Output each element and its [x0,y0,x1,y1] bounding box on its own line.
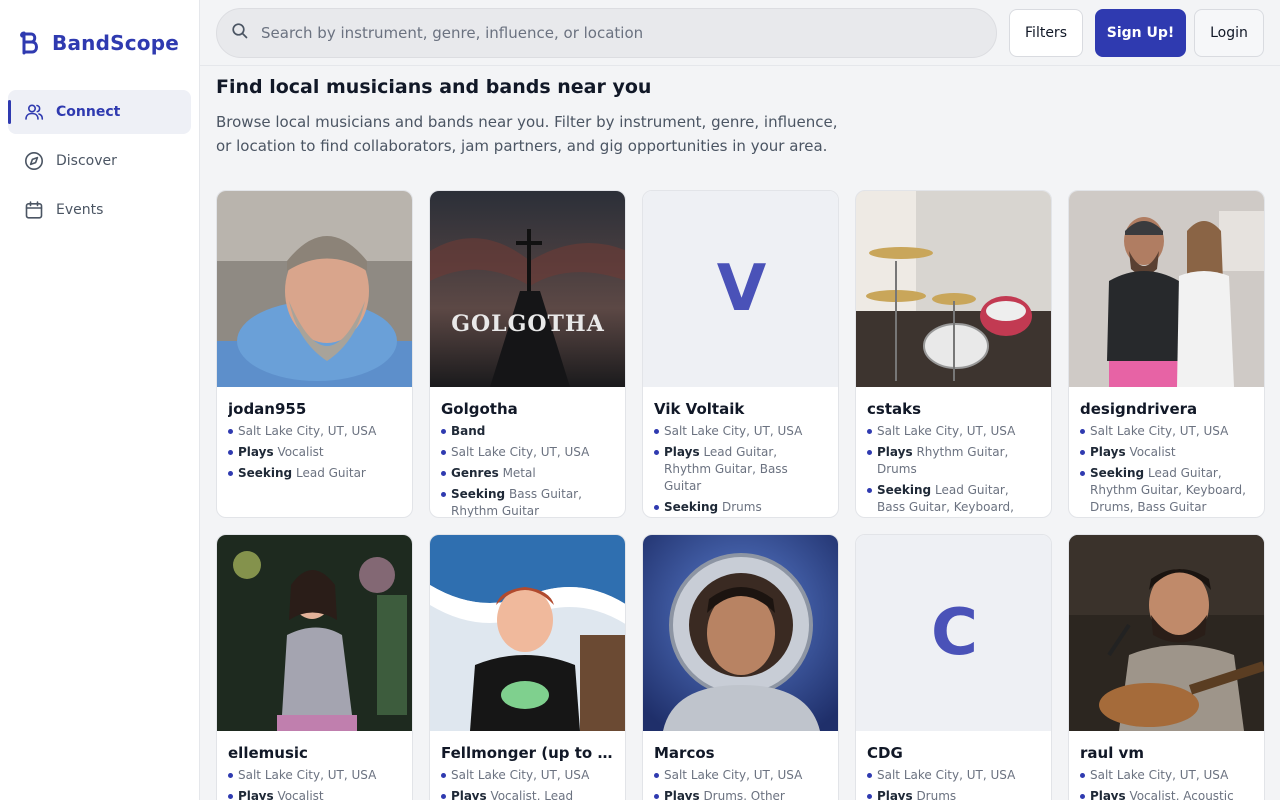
nav-item-events[interactable]: Events [8,188,191,232]
nav-item-label: Events [56,202,104,218]
compass-icon [24,151,44,171]
card-plays: Plays Vocalist, Lead Guitar [441,788,614,800]
users-icon [24,102,44,122]
card-seeking: Seeking Lead Guitar [228,465,401,482]
login-button[interactable]: Login [1194,9,1264,57]
musician-card[interactable]: designdrivera Salt Lake City, UT, USA Pl… [1068,190,1265,518]
page-title: Find local musicians and bands near you [216,76,652,98]
brand[interactable]: BandScope [20,30,179,56]
profile-photo [217,535,412,731]
profile-photo [856,191,1051,387]
card-name: cstaks [867,400,922,418]
nav-item-label: Connect [56,104,121,120]
avatar-initial: V [643,191,838,387]
band-artwork: GOLGOTHA [430,191,625,387]
nav-item-discover[interactable]: Discover [8,139,191,183]
card-plays: Plays Vocalist [1080,444,1253,461]
card-seeking: Seeking Lead Guitar, Bass Guitar, Keyboa… [867,482,1040,517]
brand-name: BandScope [52,31,179,55]
card-seeking: Seeking Drums [654,499,827,516]
musician-card[interactable]: ellemusic Salt Lake City, UT, USA Plays … [216,534,413,800]
card-seeking: Seeking Bass Guitar, Rhythm Guitar [441,486,614,517]
card-location: Salt Lake City, UT, USA [654,423,827,440]
card-name: Marcos [654,744,715,762]
card-plays: Plays Lead Guitar, Rhythm Guitar, Bass G… [654,444,827,495]
card-plays: Plays Vocalist, Acoustic [1080,788,1253,800]
card-plays: Plays Vocalist [228,444,401,461]
card-location: Salt Lake City, UT, USA [441,444,614,461]
card-name: designdrivera [1080,400,1198,418]
card-name: raul vm [1080,744,1144,762]
card-plays: Plays Drums [867,788,1040,800]
nav-item-connect[interactable]: Connect [8,90,191,134]
card-name: jodan955 [228,400,307,418]
band-logo-text: GOLGOTHA [451,311,605,337]
card-name: Vik Voltaik [654,400,745,418]
card-location: Salt Lake City, UT, USA [441,767,614,784]
top-bar: Filters Sign Up! Login [200,0,1280,66]
musician-card[interactable]: GOLGOTHA Golgotha Band Salt Lake City, U… [429,190,626,518]
card-plays: Plays Drums, Other [654,788,827,800]
card-plays: Plays Vocalist [228,788,401,800]
search-bar[interactable] [216,8,997,58]
card-location: Salt Lake City, UT, USA [228,423,401,440]
avatar-initial: C [856,535,1051,731]
profile-photo [1069,191,1264,387]
musician-card[interactable]: Fellmonger (up to ch... Salt Lake City, … [429,534,626,800]
sidebar: BandScope Connect Discover Events [0,0,200,800]
filters-button[interactable]: Filters [1009,9,1083,57]
card-plays: Plays Rhythm Guitar, Drums [867,444,1040,478]
main-nav: Connect Discover Events [8,90,191,237]
profile-photo [643,535,838,731]
musician-card[interactable]: cstaks Salt Lake City, UT, USA Plays Rhy… [855,190,1052,518]
card-location: Salt Lake City, UT, USA [1080,767,1253,784]
card-location: Salt Lake City, UT, USA [654,767,827,784]
musician-card[interactable]: Marcos Salt Lake City, UT, USA Plays Dru… [642,534,839,800]
profile-photo [1069,535,1264,731]
profile-photo [217,191,412,387]
calendar-icon [24,200,44,220]
card-location: Salt Lake City, UT, USA [867,767,1040,784]
card-name: Golgotha [441,400,518,418]
musician-grid: jodan955 Salt Lake City, UT, USA Plays V… [216,190,1265,800]
card-name: ellemusic [228,744,308,762]
musician-card[interactable]: V Vik Voltaik Salt Lake City, UT, USA Pl… [642,190,839,518]
card-name: CDG [867,744,903,762]
profile-photo [430,535,625,731]
bandscope-logo-icon [20,30,42,56]
card-location: Salt Lake City, UT, USA [1080,423,1253,440]
card-seeking: Seeking Lead Guitar, Rhythm Guitar, Keyb… [1080,465,1253,516]
signup-button[interactable]: Sign Up! [1095,9,1186,57]
musician-card[interactable]: jodan955 Salt Lake City, UT, USA Plays V… [216,190,413,518]
card-location: Salt Lake City, UT, USA [228,767,401,784]
page-description: Browse local musicians and bands near yo… [216,113,838,155]
card-type: Band [441,423,614,440]
card-genres: Genres Metal [441,465,614,482]
search-icon [231,22,249,44]
nav-item-label: Discover [56,153,117,169]
search-input[interactable] [261,24,961,42]
musician-card[interactable]: raul vm Salt Lake City, UT, USA Plays Vo… [1068,534,1265,800]
card-location: Salt Lake City, UT, USA [867,423,1040,440]
musician-card[interactable]: C CDG Salt Lake City, UT, USA Plays Drum… [855,534,1052,800]
card-name: Fellmonger (up to ch... [441,744,614,762]
